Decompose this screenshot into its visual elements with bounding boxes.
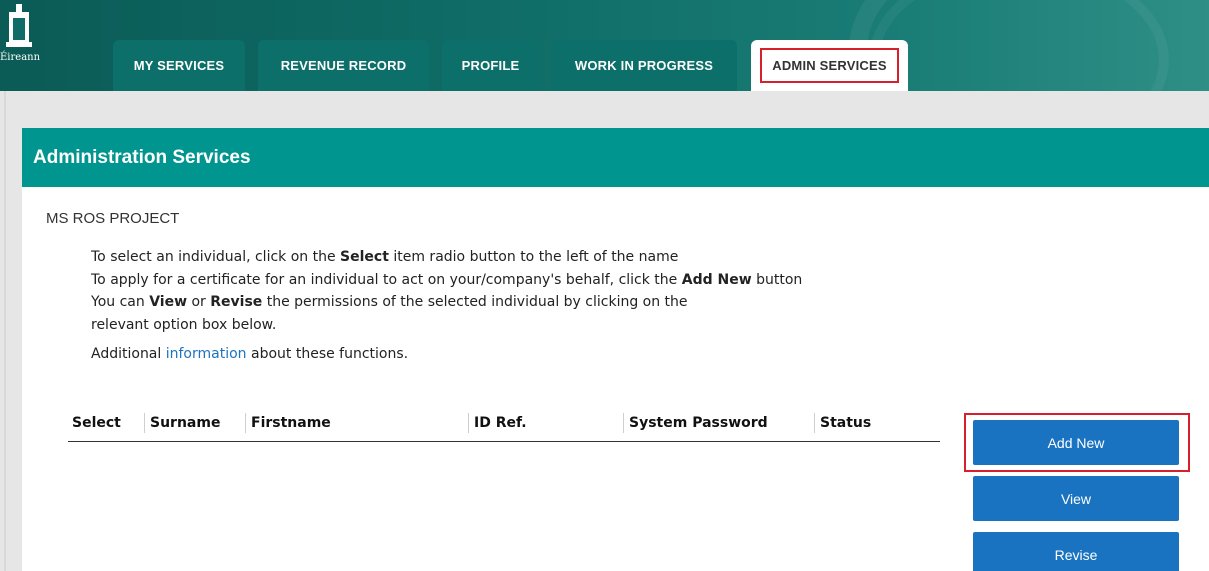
tab-my-services[interactable]: MY SERVICES [113,40,245,91]
instructions: To select an individual, click on the Se… [91,246,802,366]
instruction-option-box: relevant option box below. [91,316,277,333]
instruction-view-revise: You can View or Revise the permissions o… [91,294,688,310]
additional-info: Additional information about these funct… [91,346,409,362]
tab-admin-services[interactable]: ADMIN SERVICES [751,40,908,91]
tab-label: PROFILE [461,58,520,73]
site-header: Éireann MY SERVICES REVENUE RECORD PROFI… [0,0,1209,91]
column-header-firstname[interactable]: Firstname [245,413,331,433]
table-header: Select Surname Firstname ID Ref. System … [68,409,940,442]
revise-button[interactable]: Revise [973,532,1179,571]
harp-logo-icon [6,4,32,47]
admin-services-panel: Administration Services MS ROS PROJECT T… [22,128,1209,571]
add-new-button[interactable]: Add New [973,420,1179,465]
instruction-add-new: To apply for a certificate for an indivi… [91,271,803,288]
tab-label: MY SERVICES [133,58,225,73]
instruction-select: To select an individual, click on the Se… [91,249,679,265]
page-border [4,91,6,571]
tab-label: ADMIN SERVICES [760,48,899,83]
tab-revenue-record[interactable]: REVENUE RECORD [258,40,429,91]
tab-label: REVENUE RECORD [280,58,407,73]
panel-title: Administration Services [22,128,1209,187]
tab-profile[interactable]: PROFILE [442,40,539,91]
information-link[interactable]: information [166,346,247,362]
column-header-surname[interactable]: Surname [144,413,220,433]
column-header-system-password[interactable]: System Password [623,413,768,433]
column-header-id-ref[interactable]: ID Ref. [468,413,527,433]
column-header-status[interactable]: Status [814,413,871,433]
view-button[interactable]: View [973,476,1179,521]
project-name: MS ROS PROJECT [46,210,180,227]
header-decoration-2 [869,0,1169,91]
tab-work-in-progress[interactable]: WORK IN PROGRESS [551,40,737,91]
tab-label: WORK IN PROGRESS [574,58,714,73]
logo-text: Éireann [0,52,41,63]
column-header-select[interactable]: Select [72,413,121,433]
